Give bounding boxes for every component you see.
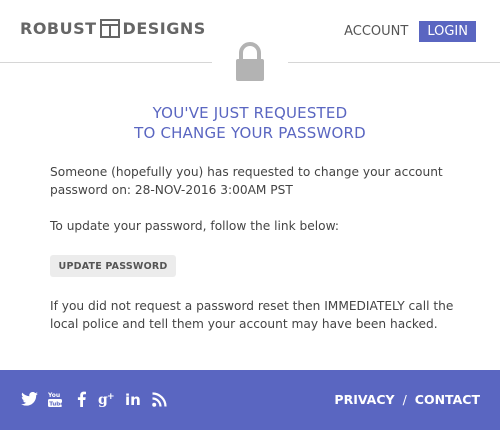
footer: You Tube g + in PRIVA	[0, 370, 500, 430]
svg-text:Tube: Tube	[49, 401, 62, 407]
lock-icon	[233, 41, 267, 83]
linkedin-icon[interactable]: in	[124, 390, 142, 408]
footer-separator: /	[402, 392, 407, 407]
warning-text: If you did not request a password reset …	[50, 299, 454, 331]
svg-text:You: You	[48, 392, 60, 399]
twitter-icon[interactable]	[20, 390, 38, 408]
contact-link[interactable]: CONTACT	[415, 392, 480, 407]
privacy-link[interactable]: PRIVACY	[334, 392, 394, 407]
svg-text:+: +	[107, 392, 115, 402]
logo[interactable]: ROBUST DESIGNS	[20, 19, 206, 38]
page-title: YOU'VE JUST REQUESTED TO CHANGE YOUR PAS…	[0, 103, 500, 143]
title-line-1: YOU'VE JUST REQUESTED	[152, 104, 348, 122]
update-password-button[interactable]: UPDATE PASSWORD	[50, 255, 176, 277]
top-nav: ACCOUNT LOGIN	[344, 21, 476, 42]
account-link[interactable]: ACCOUNT	[344, 24, 408, 39]
svg-text:in: in	[125, 391, 141, 407]
instruction-text: To update your password, follow the link…	[50, 219, 340, 233]
social-links: You Tube g + in	[20, 390, 176, 408]
title-line-2: TO CHANGE YOUR PASSWORD	[134, 124, 366, 142]
google-plus-icon[interactable]: g +	[98, 390, 116, 408]
header-divider-left	[0, 62, 212, 63]
header-divider-right	[288, 62, 500, 63]
login-button[interactable]: LOGIN	[419, 21, 476, 42]
rss-icon[interactable]	[150, 390, 168, 408]
youtube-icon[interactable]: You Tube	[46, 390, 64, 408]
logo-text-right: DESIGNS	[122, 19, 206, 38]
request-info-text: Someone (hopefully you) has requested to…	[50, 165, 443, 197]
logo-text-left: ROBUST	[20, 19, 97, 38]
footer-links: PRIVACY / CONTACT	[334, 392, 480, 407]
facebook-icon[interactable]	[72, 390, 90, 408]
logo-mark-icon	[99, 19, 120, 38]
